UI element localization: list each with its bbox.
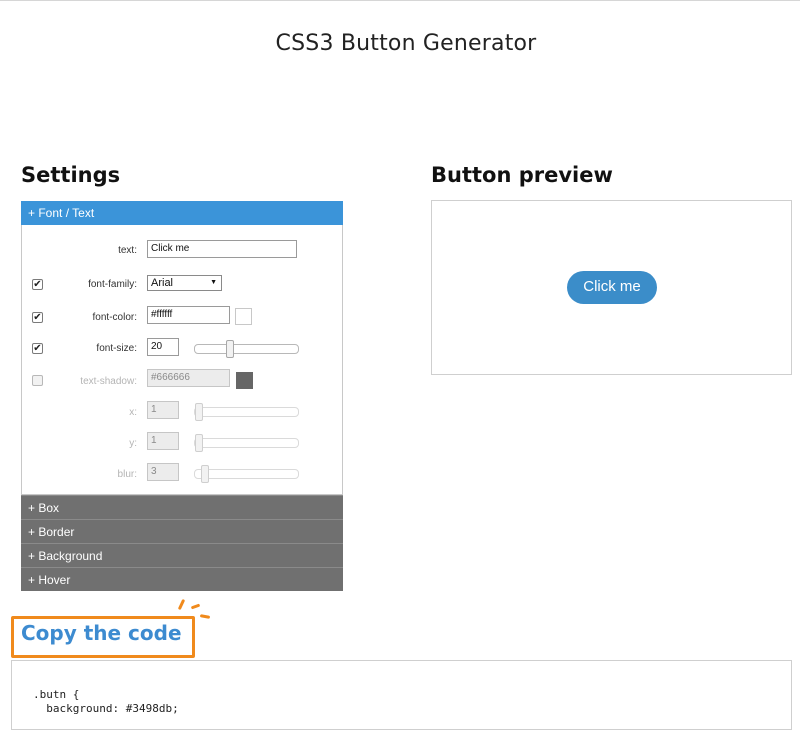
settings-heading: Settings [21, 163, 121, 187]
background-section-header[interactable]: + Background [21, 543, 343, 567]
font-color-row: ✔ font-color: #ffffff [22, 306, 342, 326]
text-shadow-row: text-shadow: #666666 [22, 369, 342, 389]
shadow-y-label: y: [129, 438, 137, 449]
font-text-section-header[interactable]: + Font / Text [21, 201, 343, 225]
shadow-blur-slider[interactable] [194, 465, 299, 483]
code-line: .butn { [33, 688, 80, 701]
shadow-blur-label: blur: [117, 469, 137, 480]
font-family-select[interactable]: Arial ▼ [147, 275, 222, 291]
copy-code-heading: Copy the code [21, 621, 182, 645]
page-title: CSS3 Button Generator [275, 31, 537, 56]
dropdown-arrow-icon: ▼ [210, 279, 217, 286]
shadow-blur-input[interactable]: 3 [147, 463, 179, 481]
text-label: text: [118, 245, 137, 256]
text-row: text: Click me [22, 240, 342, 260]
shadow-blur-row: blur: 3 [22, 463, 342, 483]
font-size-slider-handle[interactable] [226, 340, 234, 358]
font-family-checkbox[interactable]: ✔ [32, 279, 43, 290]
highlight-spark-1 [177, 598, 186, 611]
code-line: background: #3498db; [33, 702, 179, 715]
shadow-y-row: y: 1 [22, 432, 342, 452]
text-shadow-label: text-shadow: [80, 376, 137, 387]
font-color-label: font-color: [92, 312, 137, 323]
text-shadow-swatch[interactable] [236, 372, 253, 389]
shadow-x-label: x: [129, 407, 137, 418]
shadow-x-row: x: 1 [22, 401, 342, 421]
shadow-x-slider[interactable] [194, 403, 299, 421]
settings-panel: + Font / Text text: Click me ✔ font-fami… [21, 201, 343, 591]
shadow-x-slider-handle[interactable] [195, 403, 203, 421]
text-shadow-checkbox[interactable] [32, 375, 43, 386]
shadow-x-input[interactable]: 1 [147, 401, 179, 419]
font-family-label: font-family: [88, 279, 137, 290]
highlight-spark-2 [190, 603, 201, 610]
font-color-input[interactable]: #ffffff [147, 306, 230, 324]
shadow-blur-slider-handle[interactable] [201, 465, 209, 483]
hover-section-header[interactable]: + Hover [21, 567, 343, 591]
font-size-checkbox[interactable]: ✔ [32, 343, 43, 354]
font-text-section-body: text: Click me ✔ font-family: Arial ▼ ✔ … [21, 225, 343, 495]
font-family-row: ✔ font-family: Arial ▼ [22, 275, 342, 295]
font-size-row: ✔ font-size: 20 [22, 338, 342, 358]
font-color-checkbox[interactable]: ✔ [32, 312, 43, 323]
preview-button[interactable]: Click me [567, 271, 657, 304]
font-size-slider[interactable] [194, 340, 299, 358]
text-input[interactable]: Click me [147, 240, 297, 258]
font-color-swatch[interactable] [235, 308, 252, 325]
code-output[interactable]: .butn { background: #3498db; [11, 660, 792, 730]
shadow-y-slider[interactable] [194, 434, 299, 452]
font-family-value: Arial [151, 277, 174, 289]
shadow-y-input[interactable]: 1 [147, 432, 179, 450]
text-shadow-input[interactable]: #666666 [147, 369, 230, 387]
font-size-input[interactable]: 20 [147, 338, 179, 356]
font-size-label: font-size: [96, 343, 137, 354]
shadow-y-slider-handle[interactable] [195, 434, 203, 452]
highlight-spark-3 [199, 614, 211, 619]
box-section-header[interactable]: + Box [21, 495, 343, 519]
button-preview-area: Click me [431, 200, 792, 375]
preview-heading: Button preview [431, 163, 613, 187]
border-section-header[interactable]: + Border [21, 519, 343, 543]
